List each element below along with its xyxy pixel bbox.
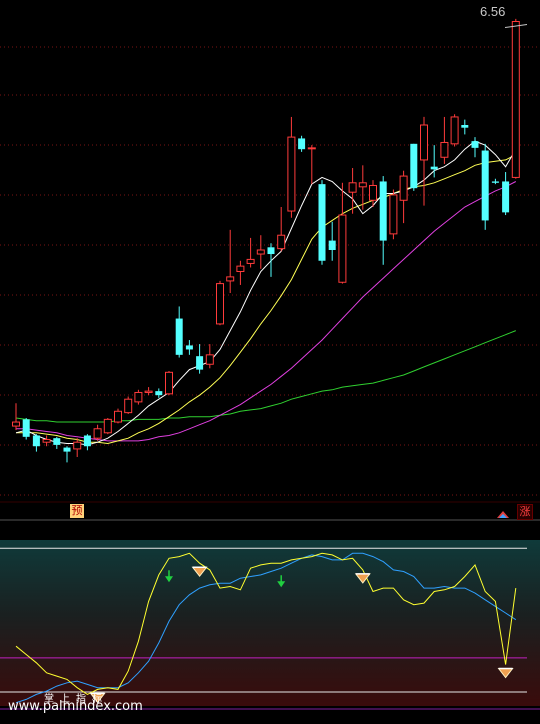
watermark-url: www.palmindex.com (8, 699, 143, 714)
candle-body (502, 181, 510, 213)
ma-short-line (15, 140, 517, 446)
candle-body (338, 214, 347, 283)
candle-body (256, 249, 265, 255)
candle-body (196, 356, 204, 370)
candle-body (328, 240, 336, 250)
candle-body (175, 318, 183, 355)
candle-body (216, 283, 224, 325)
candle-body (73, 441, 82, 450)
ma-mid-line (16, 154, 517, 445)
candle-body (481, 150, 489, 221)
forecast-badge: 预 (70, 504, 84, 518)
ma-very-long-line (15, 330, 516, 423)
last-price-label: 6.56 (480, 4, 506, 19)
candle-body (318, 184, 326, 261)
candle-body (440, 141, 449, 158)
candle-body (103, 418, 112, 434)
candle-body (144, 390, 153, 393)
candle-body (124, 398, 133, 414)
candle-body (134, 391, 143, 403)
candle-body (461, 125, 469, 128)
candle-body (399, 175, 408, 201)
candle-body (226, 276, 235, 282)
candle-body (83, 435, 91, 447)
stock-chart (0, 18, 540, 710)
candle-body (205, 354, 214, 365)
candle-body (379, 181, 387, 241)
candle-body (236, 265, 245, 273)
rise-badge: 涨 (517, 504, 533, 520)
candle-body (450, 116, 459, 145)
candle-body (42, 439, 51, 443)
candle-body (114, 410, 122, 423)
candle-body (298, 138, 306, 150)
candle-body (348, 182, 357, 193)
candle-body (63, 447, 71, 452)
candle-body (277, 234, 286, 250)
candle-body (287, 136, 296, 212)
candle-body (12, 421, 20, 427)
candle-body (511, 21, 520, 178)
candle-body (410, 143, 418, 189)
candle-body (267, 247, 275, 255)
candle-body (369, 184, 377, 201)
candle-body (22, 419, 30, 437)
candle-body (93, 428, 102, 439)
candle-body (420, 124, 428, 161)
candle-body (307, 147, 316, 150)
candle-body (32, 435, 40, 447)
candle-body (185, 345, 193, 350)
candle-body (358, 182, 367, 188)
ma-long-line (16, 181, 517, 442)
candle-body (389, 194, 398, 235)
oscillator-background (0, 540, 540, 706)
candle-body (491, 181, 499, 183)
candle-body (471, 141, 479, 148)
candle-body (53, 438, 61, 445)
candle-body (165, 371, 173, 395)
candle-body (430, 166, 438, 170)
candle-body (246, 258, 255, 264)
candle-body (155, 391, 163, 396)
